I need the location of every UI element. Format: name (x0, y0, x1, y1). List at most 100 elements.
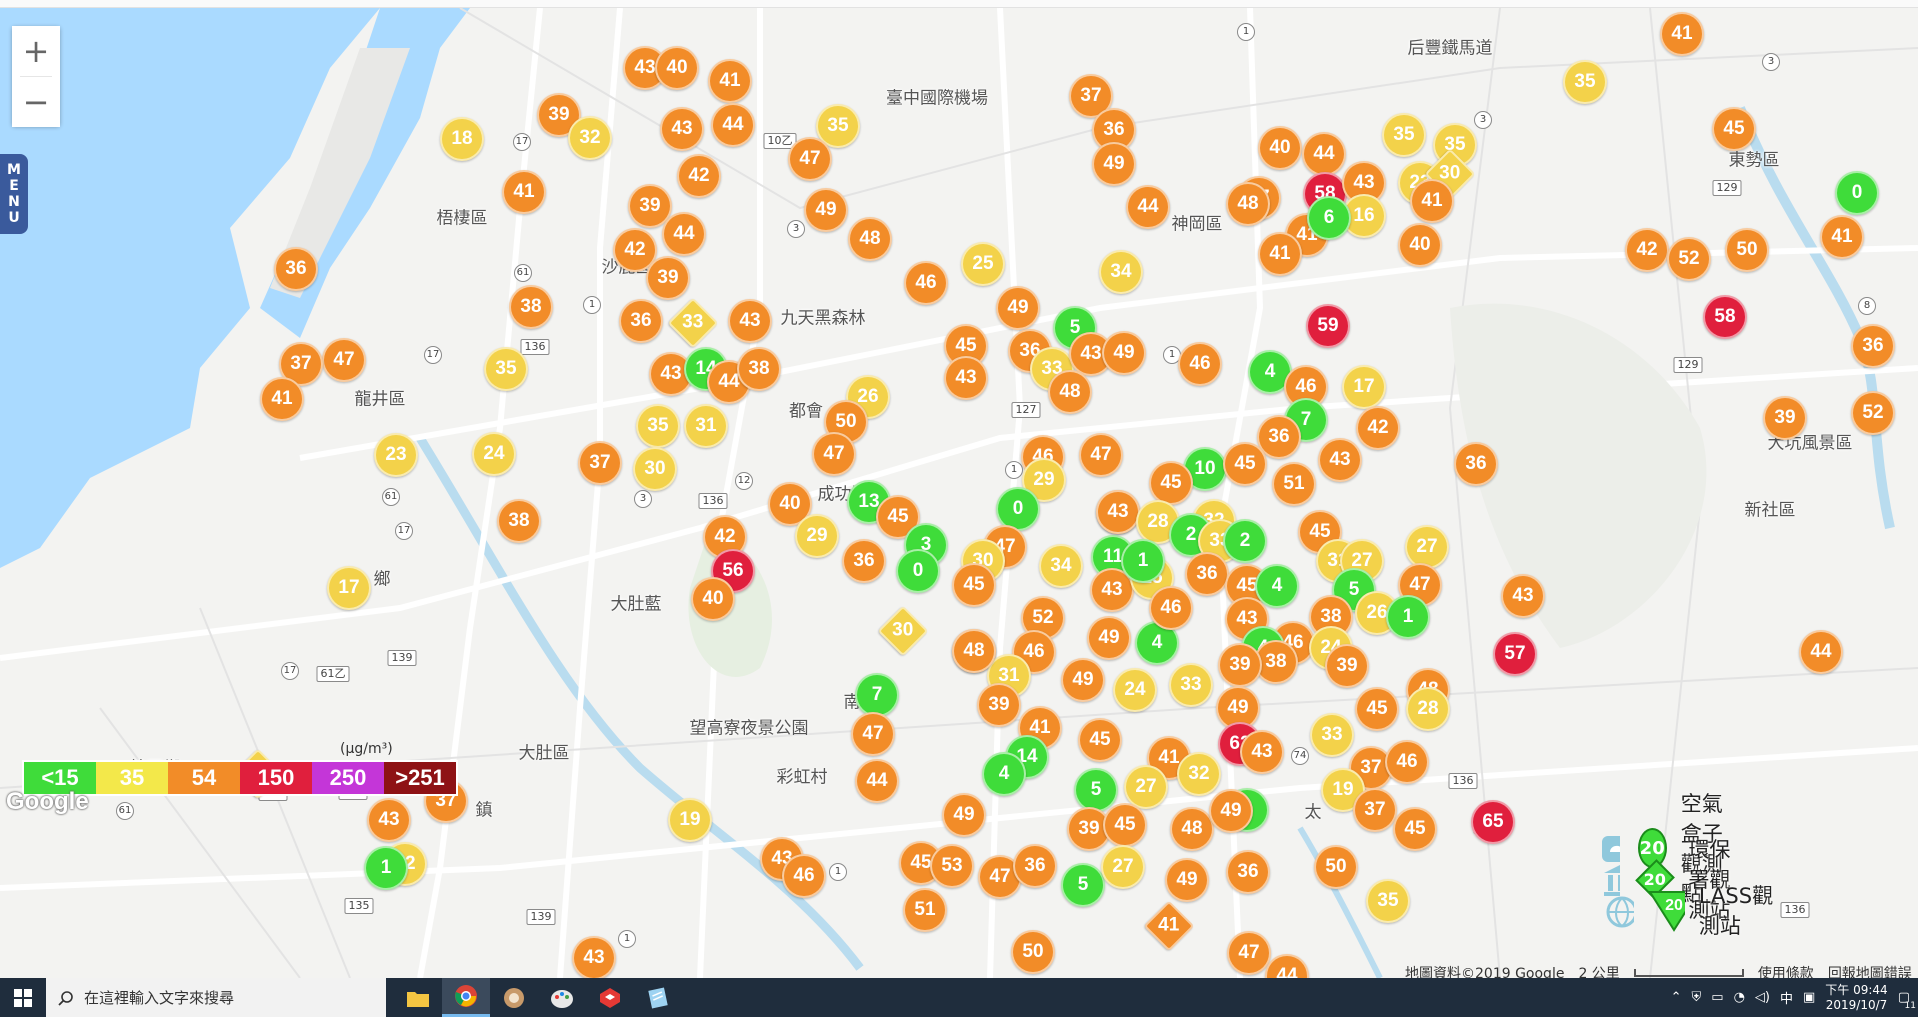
airbox-marker[interactable]: 24 (1113, 668, 1157, 712)
airbox-marker[interactable]: 27 (1405, 525, 1449, 569)
airbox-marker[interactable]: 1 (364, 846, 408, 890)
airbox-marker[interactable]: 30 (633, 447, 677, 491)
airbox-marker[interactable]: 40 (1258, 126, 1302, 170)
airbox-marker[interactable]: 45 (952, 563, 996, 607)
airbox-marker[interactable]: 18 (440, 117, 484, 161)
airbox-marker[interactable]: 28 (1406, 687, 1450, 731)
airbox-marker[interactable]: 58 (1703, 295, 1747, 339)
airbox-marker[interactable]: 53 (930, 844, 974, 888)
airbox-marker[interactable]: 19 (668, 798, 712, 842)
volume-icon[interactable]: ◁) (1755, 990, 1770, 1005)
airbox-marker[interactable]: 40 (691, 577, 735, 621)
airbox-marker[interactable]: 41 (1410, 179, 1454, 223)
airbox-marker[interactable]: 27 (1101, 845, 1145, 889)
airbox-marker[interactable]: 48 (848, 217, 892, 261)
airbox-marker[interactable]: 39 (1763, 396, 1807, 440)
airbox-marker[interactable]: 51 (1272, 462, 1316, 506)
airbox-marker[interactable]: 35 (484, 347, 528, 391)
zoom-out-button[interactable]: − (12, 77, 60, 127)
start-button[interactable] (0, 978, 46, 1017)
airbox-marker[interactable]: 36 (1851, 324, 1895, 368)
airbox-marker[interactable]: 46 (1149, 586, 1193, 630)
airbox-marker[interactable]: 46 (782, 854, 826, 898)
airbox-marker[interactable]: 35 (1382, 113, 1426, 157)
airbox-marker[interactable]: 49 (942, 793, 986, 837)
airbox-marker[interactable]: 36 (274, 247, 318, 291)
airbox-marker[interactable]: 4 (1255, 564, 1299, 608)
airbox-marker[interactable]: 46 (1178, 342, 1222, 386)
airbox-marker[interactable]: 1 (1386, 595, 1430, 639)
airbox-marker[interactable]: 46 (904, 261, 948, 305)
airbox-marker[interactable]: 47 (1079, 433, 1123, 477)
airbox-marker[interactable]: 41 (1820, 215, 1864, 259)
airbox-marker[interactable]: 48 (1048, 370, 1092, 414)
airbox-marker[interactable]: 49 (804, 188, 848, 232)
keyboard-icon[interactable]: ▣ (1803, 990, 1815, 1005)
airbox-marker[interactable]: 49 (1102, 331, 1146, 375)
airbox-marker[interactable]: 27 (1124, 765, 1168, 809)
airbox-marker[interactable]: 49 (1092, 142, 1136, 186)
airbox-marker[interactable]: 42 (1625, 228, 1669, 272)
airbox-marker[interactable]: 38 (497, 499, 541, 543)
airbox-marker[interactable]: 38 (737, 347, 781, 391)
airbox-marker[interactable]: 37 (578, 441, 622, 485)
network-icon[interactable]: ◔ (1734, 990, 1745, 1005)
airbox-marker[interactable]: 43 (1501, 574, 1545, 618)
airbox-marker[interactable]: 36 (842, 539, 886, 583)
airbox-marker[interactable]: 36 (619, 299, 663, 343)
airbox-marker[interactable]: 40 (1398, 223, 1442, 267)
airbox-marker[interactable]: 34 (1039, 544, 1083, 588)
airbox-marker[interactable]: 37 (1353, 788, 1397, 832)
airbox-marker[interactable]: 33 (1310, 713, 1354, 757)
airbox-marker[interactable]: 44 (1126, 185, 1170, 229)
airbox-marker[interactable]: 32 (568, 116, 612, 160)
airbox-marker[interactable]: 35 (1563, 60, 1607, 104)
airbox-marker[interactable]: 43 (944, 356, 988, 400)
airbox-marker[interactable]: 45 (1149, 461, 1193, 505)
airbox-marker[interactable]: 1 (1121, 539, 1165, 583)
airbox-marker[interactable]: 41 (1258, 232, 1302, 276)
chevron-up-icon[interactable]: ⌃ (1671, 990, 1682, 1005)
zoom-control[interactable]: + − (12, 26, 60, 127)
airbox-marker[interactable]: 43 (1096, 490, 1140, 534)
file-explorer-app[interactable] (394, 978, 442, 1017)
airbox-marker[interactable]: 2 (1223, 519, 1267, 563)
airbox-marker[interactable]: 47 (812, 432, 856, 476)
airbox-marker[interactable]: 49 (1087, 616, 1131, 660)
airbox-marker[interactable]: 40 (655, 46, 699, 90)
chrome-app[interactable] (442, 978, 490, 1017)
airbox-marker[interactable]: 45 (1393, 807, 1437, 851)
airbox-marker[interactable]: 44 (1302, 132, 1346, 176)
media-app[interactable] (490, 978, 538, 1017)
airbox-marker[interactable]: 39 (646, 256, 690, 300)
notepad-app[interactable] (634, 978, 682, 1017)
airbox-marker[interactable]: 41 (260, 377, 304, 421)
airbox-marker[interactable]: 29 (795, 514, 839, 558)
airbox-marker[interactable]: 49 (1209, 789, 1253, 833)
airbox-marker[interactable]: 41 (708, 59, 752, 103)
airbox-marker[interactable]: 23 (374, 433, 418, 477)
airbox-marker[interactable]: 47 (788, 137, 832, 181)
paint-app[interactable] (538, 978, 586, 1017)
airbox-marker[interactable]: 43 (367, 798, 411, 842)
ime-indicator[interactable]: 中 (1780, 988, 1793, 1007)
airbox-marker[interactable]: 6 (1307, 196, 1351, 240)
terms-link[interactable]: 使用條款 (1758, 963, 1814, 978)
airbox-marker[interactable]: 42 (1356, 406, 1400, 450)
airbox-marker[interactable]: 52 (1667, 237, 1711, 281)
airbox-marker[interactable]: 5 (1074, 768, 1118, 812)
airbox-marker[interactable]: 43 (1240, 730, 1284, 774)
airbox-marker[interactable]: 44 (711, 103, 755, 147)
airbox-marker[interactable]: 38 (509, 285, 553, 329)
airbox-marker[interactable]: 50 (1011, 930, 1055, 974)
taskbar-search-box[interactable]: 在這裡輸入文字來搜尋 (46, 978, 386, 1017)
taskbar-clock[interactable]: 下午 09:44 2019/10/7 (1825, 983, 1887, 1013)
airbox-marker[interactable]: 43 (728, 299, 772, 343)
airbox-marker[interactable]: 45 (1103, 803, 1147, 847)
airbox-marker[interactable]: 47 (322, 338, 366, 382)
airbox-marker[interactable]: 44 (855, 759, 899, 803)
airbox-marker[interactable]: 43 (572, 936, 616, 978)
airbox-marker[interactable]: 43 (1318, 438, 1362, 482)
airbox-marker[interactable]: 33 (1169, 663, 1213, 707)
airbox-marker[interactable]: 43 (660, 107, 704, 151)
